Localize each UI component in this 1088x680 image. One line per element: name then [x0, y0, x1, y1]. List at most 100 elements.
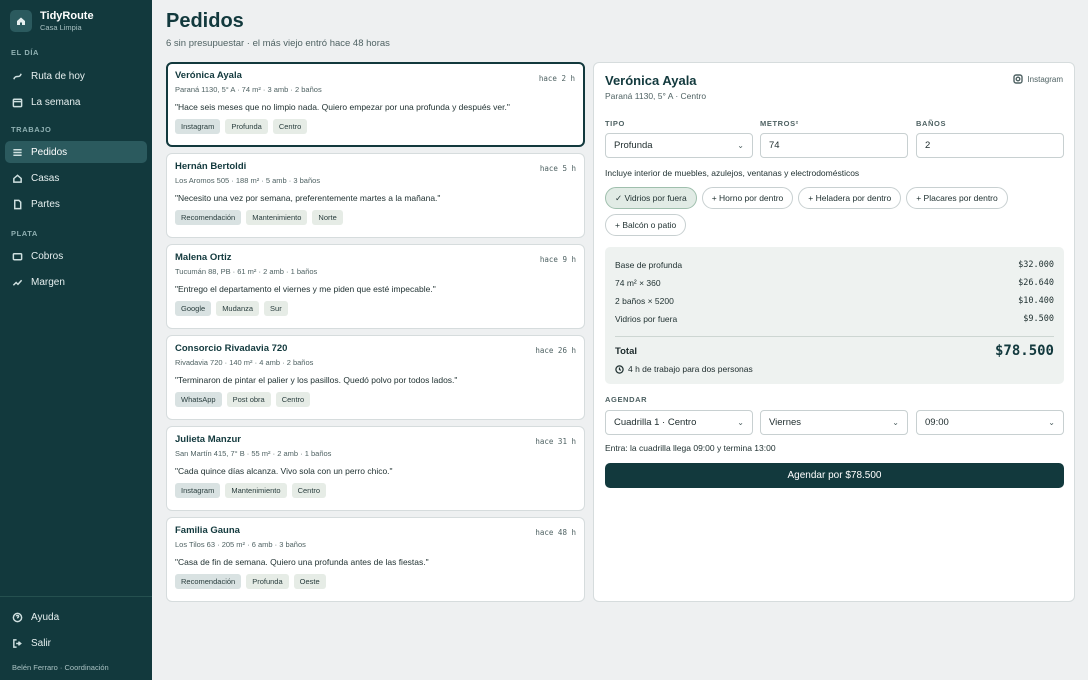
request-name: Consorcio Rivadavia 720	[175, 343, 288, 354]
nav-label-ruta: Ruta de hoy	[31, 70, 85, 82]
request-message: "Entrego el departamento el viernes y me…	[175, 284, 436, 294]
type-tag: Profunda	[246, 574, 289, 589]
brand-subtitle: Casa Limpia	[40, 23, 82, 32]
user-info: Belén Ferraro · Coordinación	[12, 663, 109, 672]
nav-item-salir[interactable]: Salir	[5, 632, 147, 654]
schedule-button[interactable]: Agendar por $78.500	[605, 463, 1064, 488]
trend-icon	[12, 279, 23, 286]
zone-tag: Centro	[291, 483, 327, 498]
request-address: Los Aromos 505 · 188 m² · 5 amb · 3 baño…	[175, 176, 321, 185]
extra-vidrios-chip[interactable]: ✓ Vidrios por fuera	[605, 187, 697, 209]
extra-placares-chip[interactable]: + Placares por dentro	[906, 187, 1008, 209]
source-tag: Recomendación	[175, 210, 242, 225]
document-icon	[14, 199, 22, 209]
request-card[interactable]: Malena Ortiz Tucumán 88, PB · 61 m² · 2 …	[166, 244, 585, 329]
calendar-icon	[12, 98, 23, 107]
agendar-label: AGENDAR	[605, 395, 648, 404]
zone-tag: Oeste	[293, 574, 326, 589]
extras-group: ✓ Vidrios por fuera + Horno por dentro +…	[605, 187, 1067, 236]
nav-item-cobros[interactable]: Cobros	[5, 245, 147, 267]
type-tag: Mantenimiento	[225, 483, 287, 498]
request-name: Verónica Ayala	[175, 70, 242, 81]
request-name: Familia Gauna	[175, 525, 240, 536]
day-select[interactable]: Viernes ⌄	[760, 410, 908, 435]
base-amount: $32.000	[1018, 260, 1054, 270]
request-name: Hernán Bertoldi	[175, 161, 247, 172]
metros-input[interactable]: 74	[760, 133, 908, 158]
nav-label-ayuda: Ayuda	[31, 611, 60, 623]
time-value: 09:00	[925, 417, 949, 428]
includes-note: Incluye interior de muebles, azulejos, v…	[605, 168, 860, 178]
request-card[interactable]: Julieta Manzur San Martín 415, 7° B · 55…	[166, 426, 585, 511]
vidrios-label: Vidrios por fuera	[615, 314, 678, 324]
m2-amount: $26.640	[1018, 278, 1054, 288]
total-label: Total	[615, 345, 637, 357]
nav-label-pedidos: Pedidos	[31, 146, 68, 158]
request-age: hace 9 h	[539, 255, 576, 264]
request-card[interactable]: Familia Gauna Los Tilos 63 · 205 m² · 6 …	[166, 517, 585, 602]
type-tag: Mantenimiento	[246, 210, 308, 225]
request-message: "Necesito una vez por semana, preferente…	[175, 193, 441, 203]
chevron-down-icon: ⌄	[737, 141, 744, 150]
sidebar: TidyRoute Casa Limpia EL DÍA Ruta de hoy…	[0, 0, 152, 680]
nav-item-margen[interactable]: Margen	[5, 271, 147, 293]
tipo-select[interactable]: Profunda ⌄	[605, 133, 753, 158]
extra-heladera-chip[interactable]: + Heladera por dentro	[798, 187, 902, 209]
request-age: hace 31 h	[535, 437, 576, 446]
home-icon	[10, 10, 32, 32]
request-message: "Hace seis meses que no limpio nada. Qui…	[175, 102, 510, 112]
extra-horno-chip[interactable]: + Horno por dentro	[701, 187, 794, 209]
nav-section-trabajo: TRABAJO	[11, 125, 52, 134]
nav-label-partes: Partes	[31, 198, 60, 210]
metros-label: METROS²	[760, 119, 799, 128]
instagram-icon	[1013, 74, 1024, 84]
inbox-icon	[13, 148, 22, 156]
crew-select[interactable]: Cuadrilla 1 · Centro ⌄	[605, 410, 753, 435]
request-card[interactable]: Hernán Bertoldi Los Aromos 505 · 188 m² …	[166, 153, 585, 238]
hours-text: 4 h de trabajo para dos personas	[628, 364, 753, 374]
route-icon	[13, 72, 22, 80]
crew-value: Cuadrilla 1 · Centro	[614, 417, 697, 428]
client-name: Verónica Ayala	[605, 73, 697, 88]
nav-item-semana[interactable]: La semana	[5, 91, 147, 113]
extra-balcon-chip[interactable]: + Balcón o patio	[605, 214, 687, 236]
banos-input[interactable]: 2	[916, 133, 1064, 158]
nav-item-casas[interactable]: Casas	[5, 167, 147, 189]
chevron-down-icon: ⌄	[737, 418, 744, 427]
banos-label: BAÑOS	[916, 119, 947, 128]
source-tag: WhatsApp	[175, 392, 222, 407]
zone-tag: Norte	[312, 210, 343, 225]
page-subtitle: 6 sin presupuestar · el más viejo entró …	[166, 38, 390, 49]
total-row: Total $78.500	[615, 336, 1054, 359]
nav-label-margen: Margen	[31, 276, 65, 288]
type-tag: Post obra	[226, 392, 271, 407]
source-tag: Google	[175, 301, 212, 316]
nav-item-partes[interactable]: Partes	[5, 193, 147, 215]
type-tag: Profunda	[225, 119, 268, 134]
nav-section-dia: EL DÍA	[11, 48, 40, 57]
brand-name: TidyRoute	[40, 10, 94, 22]
request-address: San Martín 415, 7° B · 55 m² · 2 amb · 1…	[175, 449, 332, 458]
request-message: "Terminaron de pintar el palier y los pa…	[175, 375, 458, 385]
nav-item-pedidos[interactable]: Pedidos	[5, 141, 147, 163]
request-message: "Cada quince días alcanza. Vivo sola con…	[175, 466, 393, 476]
total-amount: $78.500	[994, 343, 1054, 359]
help-icon	[12, 612, 23, 622]
request-card[interactable]: Verónica Ayala Paraná 1130, 5° A · 74 m²…	[166, 62, 585, 147]
house-icon	[13, 173, 22, 183]
nav-item-ruta[interactable]: Ruta de hoy	[5, 65, 147, 87]
time-select[interactable]: 09:00 ⌄	[916, 410, 1064, 435]
clock-icon	[615, 364, 624, 374]
request-message: "Casa de fin de semana. Quiero una profu…	[175, 557, 429, 567]
price-breakdown: Base de profunda $32.000 74 m² × 360 $26…	[605, 247, 1064, 384]
request-card[interactable]: Consorcio Rivadavia 720 Rivadavia 720 · …	[166, 335, 585, 420]
request-age: hace 26 h	[535, 346, 576, 355]
quote-panel: Verónica Ayala Paraná 1130, 5° A · Centr…	[593, 62, 1075, 602]
nav-item-ayuda[interactable]: Ayuda	[5, 606, 147, 628]
request-address: Paraná 1130, 5° A · 74 m² · 3 amb · 2 ba…	[175, 85, 322, 94]
base-label: Base de profunda	[615, 260, 683, 270]
source-link[interactable]: Instagram	[1013, 74, 1063, 84]
request-age: hace 5 h	[539, 164, 576, 173]
zone-tag: Sur	[264, 301, 288, 316]
request-address: Rivadavia 720 · 140 m² · 4 amb · 2 baños	[175, 358, 314, 367]
